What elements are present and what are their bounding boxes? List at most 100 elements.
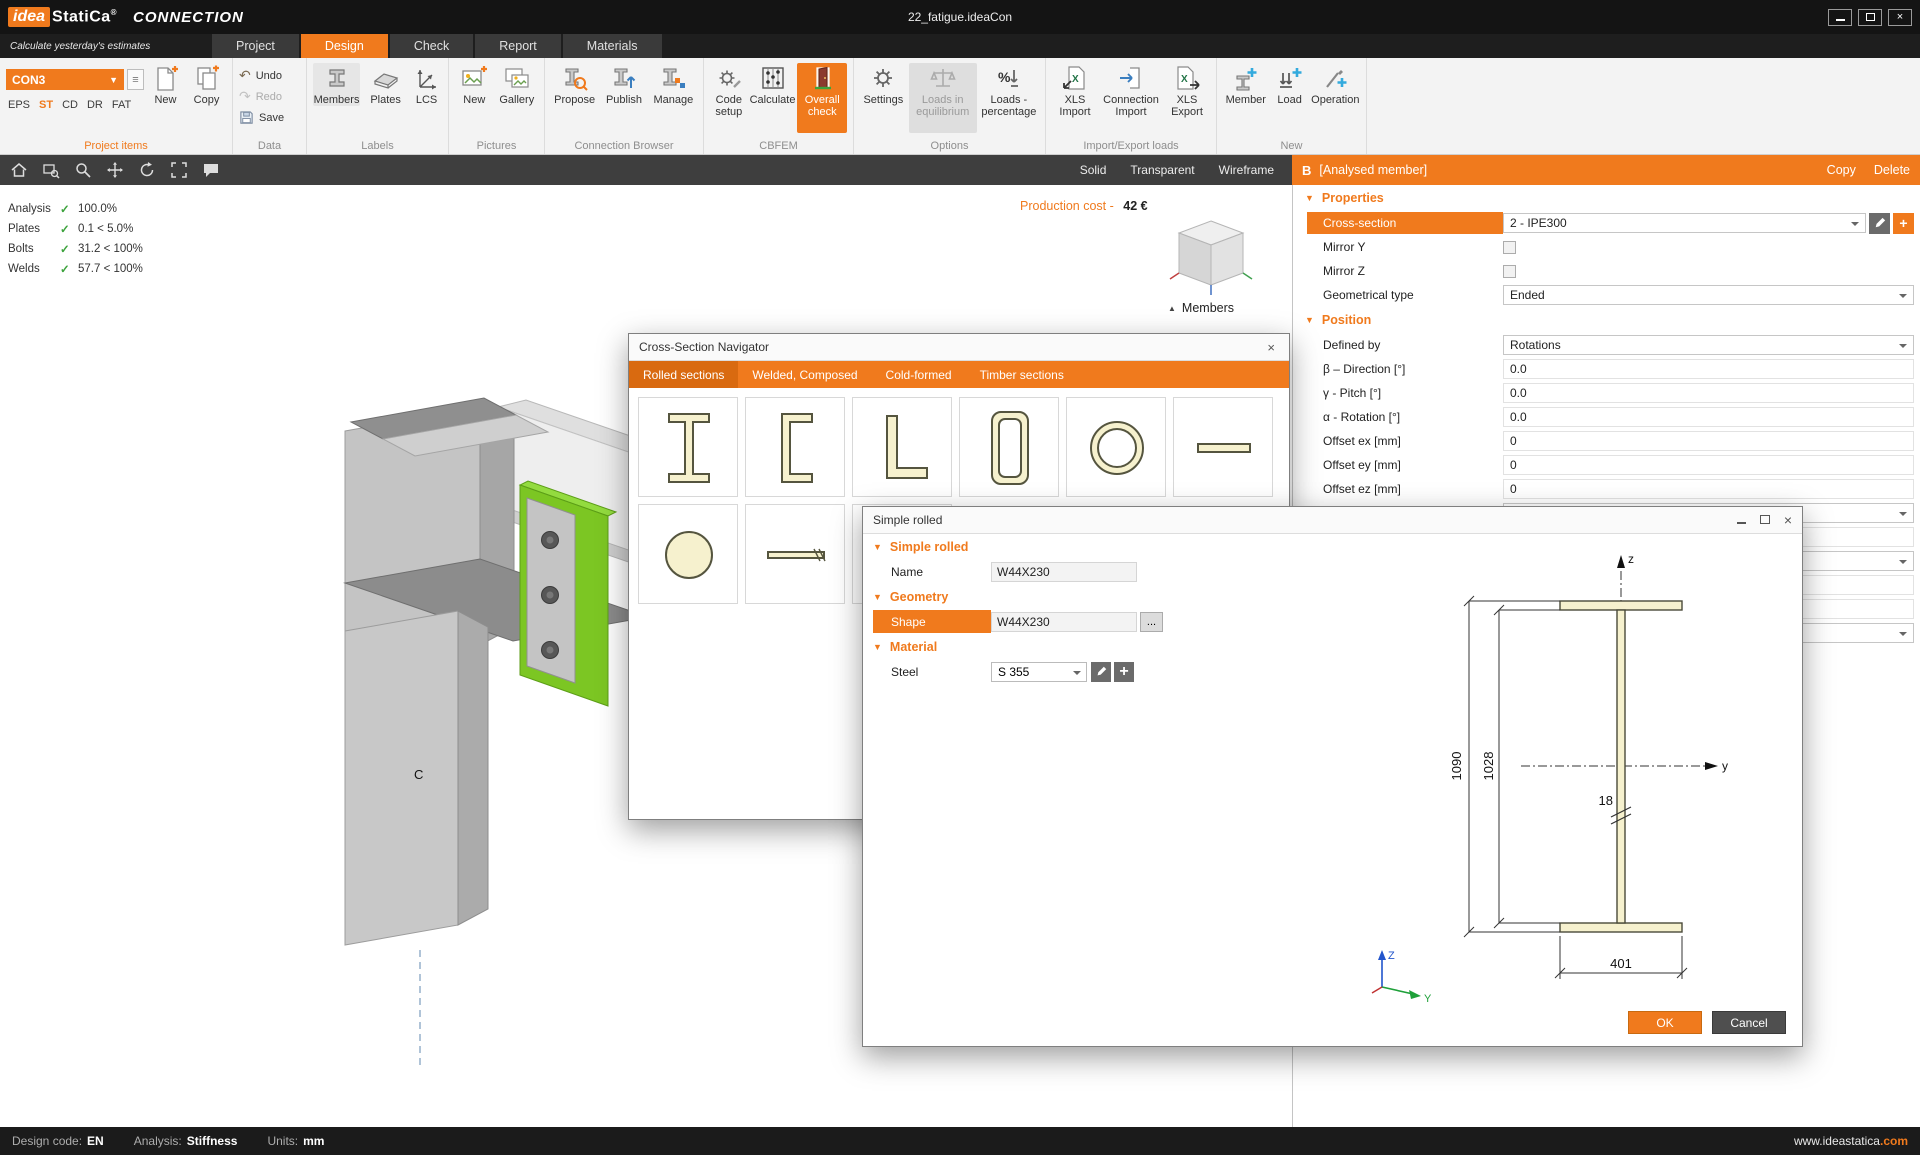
cross-section-label[interactable]: Cross-section [1307, 212, 1503, 234]
picture-gallery-button[interactable]: Gallery [496, 63, 538, 106]
section-card-i[interactable] [638, 397, 738, 497]
picture-new-button[interactable]: New [455, 63, 494, 106]
section-card-angle[interactable] [852, 397, 952, 497]
project-item-menu-button[interactable]: ≡ [127, 69, 144, 90]
redo-button[interactable]: ↷ Redo [239, 88, 284, 105]
geometrical-type-select[interactable]: Ended [1503, 285, 1914, 305]
copy-project-item-button[interactable]: Copy [187, 63, 226, 106]
comment-button[interactable] [200, 159, 222, 181]
dialog-minimize-button[interactable] [1736, 513, 1746, 527]
ok-button[interactable]: OK [1628, 1011, 1702, 1034]
labels-lcs-button[interactable]: LCS [411, 63, 442, 106]
tab-rolled-sections[interactable]: Rolled sections [629, 361, 739, 388]
cancel-button[interactable]: Cancel [1712, 1011, 1786, 1034]
result-welds[interactable]: Welds ✓ 57.7 < 100% [8, 259, 143, 279]
tab-project[interactable]: Project [212, 34, 299, 58]
member-delete-button[interactable]: Delete [1874, 163, 1910, 177]
pan-button[interactable] [104, 159, 126, 181]
tab-check[interactable]: Check [389, 34, 474, 58]
xls-import-button[interactable]: X XLS Import [1052, 63, 1098, 118]
tab-design[interactable]: Design [300, 34, 388, 58]
labels-members-button[interactable]: Members [313, 63, 361, 107]
view-mode-transparent[interactable]: Transparent [1120, 159, 1204, 181]
tab-cold-formed[interactable]: Cold-formed [872, 361, 966, 388]
section-card-channel[interactable] [745, 397, 845, 497]
mode-st[interactable]: ST [39, 99, 53, 111]
project-item-select[interactable]: CON3 ▼ [6, 69, 124, 90]
zoom-button[interactable] [72, 159, 94, 181]
section-position[interactable]: ▼ Position [1293, 307, 1920, 333]
alpha-rotation-field[interactable]: 0.0 [1503, 407, 1914, 427]
shape-input[interactable] [991, 611, 1137, 632]
mode-fat[interactable]: FAT [112, 99, 131, 111]
browse-shape-button[interactable]: ... [1140, 611, 1163, 632]
close-button[interactable]: × [1888, 8, 1912, 26]
cross-section-select[interactable]: 2 - IPE300 [1503, 213, 1866, 233]
dialog-maximize-button[interactable] [1759, 513, 1770, 527]
members-panel-toggle[interactable]: ▲ Members [1168, 301, 1234, 315]
gamma-pitch-field[interactable]: 0.0 [1503, 383, 1914, 403]
website-link[interactable]: www.ideastatica.com [1794, 1134, 1908, 1148]
defined-by-select[interactable]: Rotations [1503, 335, 1914, 355]
save-button[interactable]: Save [239, 109, 284, 126]
minimize-button[interactable] [1828, 8, 1852, 26]
name-input[interactable] [991, 561, 1137, 582]
zoom-fit-button[interactable] [168, 159, 190, 181]
navigator-close-button[interactable]: × [1263, 340, 1279, 355]
section-card-round[interactable] [638, 504, 738, 604]
section-card-plate[interactable] [745, 504, 845, 604]
connection-import-button[interactable]: Connection Import [1100, 63, 1162, 118]
overall-check-button[interactable]: Overall check [797, 63, 847, 133]
section-card-flat[interactable] [1173, 397, 1273, 497]
offset-ex-field[interactable]: 0 [1503, 431, 1914, 451]
steel-grade-select[interactable]: S 355 [991, 661, 1087, 682]
section-card-rhs[interactable] [959, 397, 1059, 497]
offset-ez-field[interactable]: 0 [1503, 479, 1914, 499]
edit-material-button[interactable] [1091, 661, 1111, 682]
shape-label[interactable]: Shape [873, 610, 991, 633]
add-cross-section-button[interactable]: + [1893, 212, 1914, 234]
new-member-button[interactable]: Member [1223, 63, 1269, 106]
loads-in-equilibrium-button[interactable]: Loads in equilibrium [908, 63, 977, 133]
mode-dr[interactable]: DR [87, 99, 103, 111]
section-properties[interactable]: ▼ Properties [1293, 185, 1920, 211]
restore-button[interactable] [1858, 8, 1882, 26]
navigation-cube[interactable] [1169, 213, 1253, 297]
zoom-window-button[interactable] [40, 159, 62, 181]
tab-report[interactable]: Report [475, 34, 561, 58]
dialog-close-button[interactable]: × [1784, 512, 1792, 528]
calculate-button[interactable]: Calculate [750, 63, 795, 106]
new-operation-button[interactable]: Operation [1311, 63, 1360, 106]
labels-plates-button[interactable]: Plates [362, 63, 409, 106]
propose-button[interactable]: Propose [551, 63, 598, 106]
rotate-view-button[interactable] [136, 159, 158, 181]
mirror-y-checkbox[interactable] [1503, 240, 1516, 254]
mode-cd[interactable]: CD [62, 99, 78, 111]
member-copy-button[interactable]: Copy [1827, 163, 1856, 177]
view-mode-wireframe[interactable]: Wireframe [1209, 159, 1284, 181]
mirror-z-checkbox[interactable] [1503, 264, 1516, 278]
section-card-chs[interactable] [1066, 397, 1166, 497]
new-load-button[interactable]: Load [1271, 63, 1309, 106]
loads-percentage-button[interactable]: % Loads - percentage [979, 63, 1039, 118]
code-setup-button[interactable]: Code setup [710, 63, 748, 118]
offset-ey-field[interactable]: 0 [1503, 455, 1914, 475]
xls-export-button[interactable]: X XLS Export [1164, 63, 1210, 118]
result-bolts[interactable]: Bolts ✓ 31.2 < 100% [8, 239, 143, 259]
undo-button[interactable]: ↶ Undo [239, 67, 284, 84]
navigator-title-bar[interactable]: Cross-Section Navigator × [629, 334, 1289, 361]
tab-welded-composed[interactable]: Welded, Composed [738, 361, 871, 388]
publish-button[interactable]: Publish [600, 63, 647, 106]
manage-button[interactable]: Manage [650, 63, 697, 106]
result-plates[interactable]: Plates ✓ 0.1 < 5.0% [8, 219, 143, 239]
tab-timber-sections[interactable]: Timber sections [966, 361, 1078, 388]
view-mode-solid[interactable]: Solid [1070, 159, 1117, 181]
beta-direction-field[interactable]: 0.0 [1503, 359, 1914, 379]
result-analysis[interactable]: Analysis ✓ 100.0% [8, 199, 143, 219]
mode-eps[interactable]: EPS [8, 99, 30, 111]
edit-cross-section-button[interactable] [1869, 212, 1890, 234]
add-material-button[interactable]: + [1114, 661, 1134, 682]
home-view-button[interactable] [8, 159, 30, 181]
settings-button[interactable]: Settings [860, 63, 907, 106]
new-project-item-button[interactable]: New [146, 63, 185, 106]
